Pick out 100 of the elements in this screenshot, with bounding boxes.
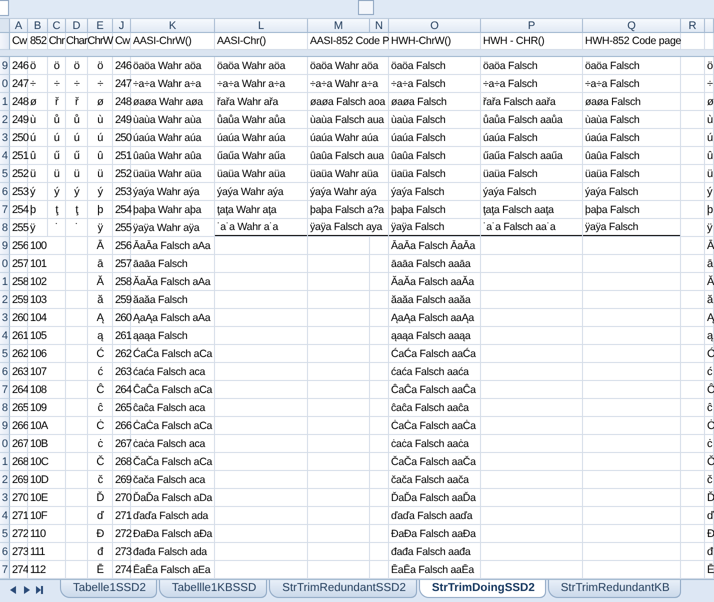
sheet-tab[interactable]: StrTrimRedundantSSD2 — [269, 580, 417, 598]
previous-sheet-icon[interactable] — [10, 586, 17, 594]
row-number[interactable]: 3 — [0, 129, 10, 147]
row-number[interactable]: 0 — [0, 75, 10, 93]
sheet-tab[interactable]: Tabelle1SSD2 — [60, 580, 157, 598]
row-number[interactable]: 4 — [0, 507, 10, 525]
table-cell-text: ĊaĊa Falsch aCa — [132, 418, 214, 434]
row-number[interactable]: 2 — [0, 471, 10, 489]
column-header[interactable]: P — [481, 19, 583, 33]
row-number[interactable]: 6 — [0, 543, 10, 561]
row-number[interactable]: 5 — [0, 165, 10, 183]
table-cell-text: 273 — [11, 544, 27, 560]
column-header[interactable]: O — [389, 19, 481, 33]
row-number[interactable]: 4 — [0, 147, 10, 165]
table-cell-text: 270 — [114, 490, 130, 506]
table-cell-text: 269 — [114, 472, 130, 488]
table-cell-text: ċ — [706, 436, 713, 452]
last-sheet-icon[interactable] — [36, 586, 43, 594]
row-number[interactable]: 9 — [0, 417, 10, 435]
row-number[interactable]: 0 — [0, 255, 10, 273]
row-number[interactable]: 1 — [0, 93, 10, 111]
table-cell-text: ý — [29, 184, 36, 200]
column-header[interactable]: K — [131, 19, 215, 33]
sheet-tab[interactable]: StrTrimDoingSSD2 — [418, 580, 546, 598]
table-cell-text: ąaąa Falsch — [132, 328, 188, 344]
table-cell-text: űaűa Wahr aűa — [216, 148, 286, 164]
row-number[interactable]: 3 — [0, 489, 10, 507]
table-cell-text: 255 — [11, 220, 27, 236]
table-cell-text: 269 — [11, 472, 27, 488]
table-cell-text: čača Falsch aca — [132, 472, 206, 488]
table-cell-text: ÷ — [29, 76, 37, 92]
row-number[interactable]: 3 — [0, 309, 10, 327]
table-cell-text: AASI-ChrW() — [132, 34, 192, 49]
table-cell-text: Ď — [95, 490, 105, 506]
table-cell-text: 254 — [114, 202, 130, 218]
column-header[interactable]: D — [66, 19, 88, 33]
table-cell-text: ű — [52, 148, 60, 164]
table-cell-text: Ć — [706, 346, 713, 362]
column-header[interactable]: M — [308, 19, 370, 33]
column-header[interactable] — [705, 19, 714, 33]
row-number[interactable]: 0 — [0, 435, 10, 453]
table-cell-text: ċaċa Falsch aaċa — [390, 436, 470, 452]
select-all-corner[interactable] — [0, 19, 10, 33]
name-box[interactable] — [0, 0, 9, 16]
column-header[interactable]: R — [681, 19, 705, 33]
table-cell-text: 259 — [114, 292, 130, 308]
column-header[interactable]: A — [10, 19, 28, 33]
table-cell-text: 265 — [11, 400, 27, 416]
sheet-tab[interactable]: StrTrimRedundantKB — [548, 580, 681, 598]
table-cell-text: ĄaĄa Falsch aAa — [132, 310, 212, 326]
table-cell-text: Ā — [706, 238, 713, 254]
column-header[interactable]: C — [48, 19, 66, 33]
table-cell-text: đađa Falsch aađa — [390, 544, 472, 560]
next-sheet-icon[interactable] — [23, 586, 30, 594]
table-cell-text: 256 — [114, 238, 130, 254]
column-header[interactable]: L — [215, 19, 308, 33]
row-number[interactable]: 8 — [0, 399, 10, 417]
row-number[interactable]: 7 — [0, 381, 10, 399]
table-cell-text: ă — [96, 292, 104, 308]
column-header[interactable]: J — [113, 19, 131, 33]
sheet-tab[interactable]: Tabellle1KBSSD — [158, 580, 268, 598]
row-number[interactable]: 2 — [0, 291, 10, 309]
row-number[interactable]: 2 — [0, 111, 10, 129]
row-number[interactable]: 7 — [0, 561, 10, 579]
row-number[interactable]: 4 — [0, 327, 10, 345]
row-number[interactable]: 6 — [0, 183, 10, 201]
table-cell-text: öaöa Wahr aöa — [216, 58, 286, 74]
table-cell-text: 255 — [114, 220, 130, 236]
table-cell-text: ČaČa Falsch aCa — [132, 454, 214, 470]
row-number[interactable]: 7 — [0, 201, 10, 219]
table-cell-text: ĈaĈa Falsch aaĈa — [390, 382, 477, 398]
row-number[interactable]: 5 — [0, 345, 10, 363]
table-cell-text: ú — [96, 130, 104, 146]
table-cell-text: HWH - CHR() — [482, 34, 546, 49]
table-cell-text: ýaýa Falsch — [390, 184, 446, 200]
table-cell-text: ů — [52, 112, 60, 128]
column-header[interactable]: B — [28, 19, 48, 33]
column-header[interactable]: N — [370, 19, 389, 33]
row-number[interactable]: 9 — [0, 57, 10, 75]
table-cell-text: 271 — [114, 508, 130, 524]
table-cell-text: ăaăa Falsch aaăa — [390, 292, 472, 308]
table-cell-text: 268 — [11, 454, 27, 470]
row-number[interactable]: 9 — [0, 237, 10, 255]
table-cell-text: ă — [706, 292, 713, 308]
square-icon[interactable] — [358, 0, 374, 15]
table-cell-text: 266 — [11, 418, 27, 434]
row-number[interactable]: 8 — [0, 219, 10, 237]
column-header[interactable]: E — [88, 19, 113, 33]
row-number[interactable]: 1 — [0, 273, 10, 291]
table-cell-text: 254 — [11, 202, 27, 218]
row-header[interactable] — [0, 33, 10, 50]
column-header[interactable]: Q — [583, 19, 681, 33]
row-number[interactable]: 5 — [0, 525, 10, 543]
table-cell-text: 250 — [11, 130, 27, 146]
table-cell-text: ċ — [96, 436, 104, 452]
row-number[interactable]: 6 — [0, 363, 10, 381]
table-cell-text: ùaùa Wahr aùa — [132, 112, 202, 128]
table-cell-text: Đ — [95, 526, 105, 542]
table-cell-text: 273 — [114, 544, 130, 560]
row-number[interactable]: 1 — [0, 453, 10, 471]
